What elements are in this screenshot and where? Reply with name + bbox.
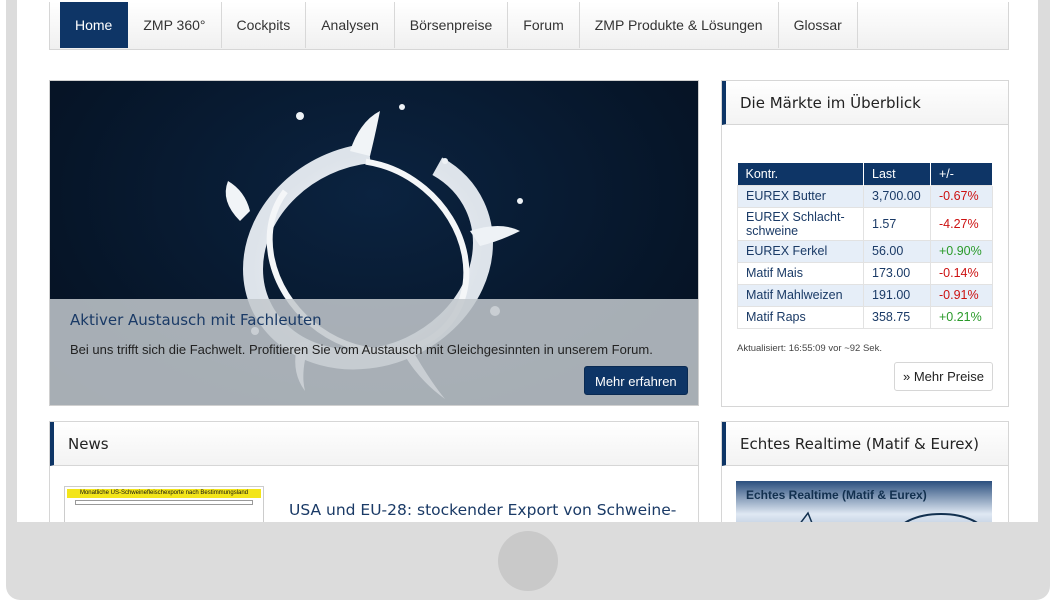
last-price: 56.00 xyxy=(863,239,931,263)
device-frame-left xyxy=(6,0,17,522)
nav-item-zmp-360[interactable]: ZMP 360° xyxy=(128,2,222,48)
table-row[interactable]: EUREX Schlacht-schweine 1.57 -4.27% xyxy=(737,206,993,241)
thumbnail-chart-title: Monatliche US-Schweinefleischexporte nac… xyxy=(67,489,261,498)
price-change: -0.14% xyxy=(930,261,993,285)
table-row[interactable]: EUREX Butter 3,700.00 -0.67% xyxy=(737,184,993,208)
hero-text: Bei uns trifft sich die Fachwelt. Profit… xyxy=(70,342,653,357)
price-change: +0.21% xyxy=(930,305,993,329)
device-home-button[interactable] xyxy=(498,531,558,591)
nav-item-home[interactable]: Home xyxy=(60,2,129,48)
markets-panel-title: Die Märkte im Überblick xyxy=(722,81,1008,125)
realtime-panel-title: Echtes Realtime (Matif & Eurex) xyxy=(722,422,1008,466)
price-change: -0.67% xyxy=(930,184,993,208)
last-price: 358.75 xyxy=(863,305,931,329)
table-row[interactable]: EUREX Ferkel 56.00 +0.90% xyxy=(737,239,993,263)
screen: Home ZMP 360° Cockpits Analysen Börsenpr… xyxy=(17,0,1038,522)
hero-caption: Aktiver Austausch mit Fachleuten Bei uns… xyxy=(50,299,698,405)
news-panel: News Monatliche US-Schweinefleischexport… xyxy=(49,421,699,522)
chart-line-graphic xyxy=(800,511,978,522)
contract-name[interactable]: Matif Mais xyxy=(737,261,864,285)
table-row[interactable]: Matif Mais 173.00 -0.14% xyxy=(737,261,993,285)
thumbnail-chart-legend xyxy=(75,500,253,505)
realtime-banner[interactable]: Echtes Realtime (Matif & Eurex) xyxy=(736,481,992,522)
price-change: -0.91% xyxy=(930,283,993,307)
quotes-table: Kontr. Last +/- EUREX Butter 3,700.00 -0… xyxy=(737,163,993,329)
contract-name[interactable]: EUREX Schlacht-schweine xyxy=(737,206,864,241)
mehr-erfahren-button[interactable]: Mehr erfahren xyxy=(584,366,688,395)
last-price: 191.00 xyxy=(863,283,931,307)
hero-title: Aktiver Austausch mit Fachleuten xyxy=(70,311,322,329)
contract-name[interactable]: Matif Raps xyxy=(737,305,864,329)
nav-item-cockpits[interactable]: Cockpits xyxy=(222,2,307,48)
last-price: 3,700.00 xyxy=(863,184,931,208)
device-frame-right xyxy=(1038,0,1050,522)
updated-timestamp: Aktualisiert: 16:55:09 vor ~92 Sek. xyxy=(737,343,882,354)
nav-item-analysen[interactable]: Analysen xyxy=(306,2,395,48)
nav-item-produkte[interactable]: ZMP Produkte & Lösungen xyxy=(580,2,779,48)
hero-slider: Aktiver Austausch mit Fachleuten Bei uns… xyxy=(49,80,699,406)
last-price: 173.00 xyxy=(863,261,931,285)
contract-name[interactable]: Matif Mahlweizen xyxy=(737,283,864,307)
column-header-kontrakt: Kontr. xyxy=(737,163,864,185)
quotes-table-header: Kontr. Last +/- xyxy=(737,163,993,185)
nav-item-glossar[interactable]: Glossar xyxy=(779,2,858,48)
news-thumbnail[interactable]: Monatliche US-Schweinefleischexporte nac… xyxy=(64,486,264,522)
column-header-change: +/- xyxy=(930,163,993,185)
nav-item-forum[interactable]: Forum xyxy=(508,2,580,48)
table-row[interactable]: Matif Raps 358.75 +0.21% xyxy=(737,305,993,329)
nav-item-boersenpreise[interactable]: Börsenpreise xyxy=(395,2,509,48)
realtime-panel: Echtes Realtime (Matif & Eurex) Echtes R… xyxy=(721,421,1009,522)
price-change: -4.27% xyxy=(930,206,993,241)
news-item-title[interactable]: USA und EU-28: stockender Export von Sch… xyxy=(289,500,689,522)
main-navigation: Home ZMP 360° Cockpits Analysen Börsenpr… xyxy=(49,2,1009,50)
contract-name[interactable]: EUREX Butter xyxy=(737,184,864,208)
price-change: +0.90% xyxy=(930,239,993,263)
last-price: 1.57 xyxy=(863,206,931,241)
mehr-preise-button[interactable]: » Mehr Preise xyxy=(894,362,993,391)
news-panel-title: News xyxy=(50,422,698,466)
column-header-last: Last xyxy=(863,163,931,185)
contract-name[interactable]: EUREX Ferkel xyxy=(737,239,864,263)
table-row[interactable]: Matif Mahlweizen 191.00 -0.91% xyxy=(737,283,993,307)
markets-panel: Die Märkte im Überblick Kontr. Last +/- … xyxy=(721,80,1009,407)
